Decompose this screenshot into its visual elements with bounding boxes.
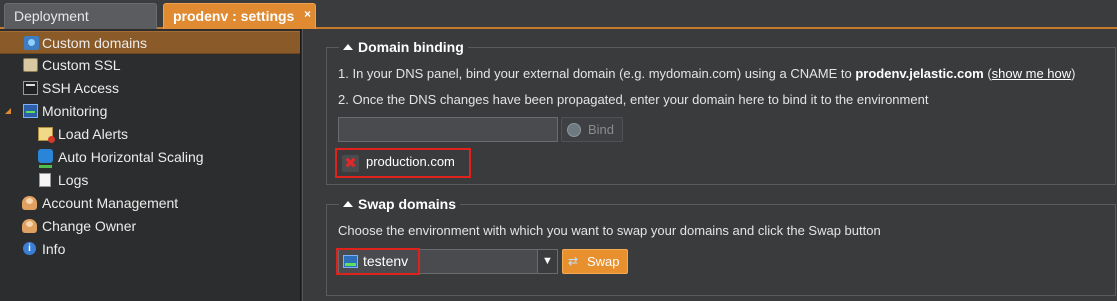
info-icon: i <box>23 242 36 255</box>
sidebar-item-label: Account Management <box>42 195 179 211</box>
swap-domains-header[interactable]: Swap domains <box>339 195 461 213</box>
sidebar-item-label: Monitoring <box>42 103 108 119</box>
paren-close: ) <box>1071 66 1076 81</box>
users-icon <box>22 219 37 233</box>
sidebar-item-auto-horizontal-scaling[interactable]: Auto Horizontal Scaling <box>0 146 300 169</box>
bind-button[interactable]: Bind <box>561 117 624 142</box>
expand-arrow-icon[interactable] <box>5 108 11 114</box>
sidebar-item-label: Logs <box>58 172 89 188</box>
domain-binding-panel: Domain binding 1. In your DNS panel, bin… <box>326 38 1116 185</box>
monitor-icon <box>23 104 38 118</box>
chevron-down-icon[interactable]: ▼ <box>537 250 557 273</box>
remove-domain-icon[interactable]: ✖ <box>342 155 359 172</box>
sidebar-item-custom-ssl[interactable]: Custom SSL <box>0 54 300 77</box>
sidebar-item-label: Custom domains <box>42 35 148 51</box>
scaling-icon <box>38 149 53 168</box>
selected-environment-name: testenv <box>363 253 409 269</box>
certificate-icon <box>23 58 38 72</box>
show-me-how-link[interactable]: show me how <box>992 66 1071 81</box>
domain-input[interactable] <box>338 117 558 142</box>
sidebar-item-ssh-access[interactable]: SSH Access <box>0 77 300 100</box>
swap-domains-panel: Swap domains Choose the environment with… <box>326 195 1116 296</box>
sidebar-item-label: Custom SSL <box>42 57 121 73</box>
settings-main-panel: Domain binding 1. In your DNS panel, bin… <box>302 29 1117 301</box>
swap-description: Choose the environment with which you wa… <box>338 223 881 238</box>
selected-environment[interactable]: testenv <box>336 248 420 275</box>
close-icon[interactable]: × <box>304 2 311 26</box>
settings-sidebar: Custom domains Custom SSL SSH Access Mon… <box>0 29 301 301</box>
sidebar-item-label: Auto Horizontal Scaling <box>58 149 204 165</box>
sidebar-item-load-alerts[interactable]: Load Alerts <box>0 123 300 146</box>
swap-button[interactable]: ⇄ Swap <box>562 249 628 274</box>
sidebar-item-monitoring[interactable]: Monitoring <box>0 100 300 123</box>
environment-icon <box>343 255 358 268</box>
bound-domain-name: production.com <box>366 154 455 169</box>
binding-step-1: 1. In your DNS panel, bind your external… <box>338 66 1076 81</box>
sidebar-item-label: Info <box>42 241 66 257</box>
sidebar-item-label: Change Owner <box>42 218 137 234</box>
cname-host: prodenv.jelastic.com <box>855 66 984 81</box>
mail-alert-icon <box>38 127 55 143</box>
sidebar-item-custom-domains[interactable]: Custom domains <box>0 31 300 54</box>
sidebar-item-logs[interactable]: Logs <box>0 169 300 192</box>
bind-globe-icon <box>567 123 581 137</box>
collapse-arrow-icon[interactable] <box>343 201 353 207</box>
sidebar-item-label: Load Alerts <box>58 126 129 142</box>
swap-label: Swap <box>587 254 620 269</box>
domain-binding-title: Domain binding <box>358 39 464 55</box>
tab-label: prodenv : settings <box>173 8 295 24</box>
domain-binding-header[interactable]: Domain binding <box>339 38 468 56</box>
terminal-icon <box>23 81 38 95</box>
globe-icon <box>24 36 39 50</box>
sidebar-item-account-management[interactable]: Account Management <box>0 192 300 215</box>
binding-step-2: 2. Once the DNS changes have been propag… <box>338 92 929 107</box>
paren-open: ( <box>983 66 992 81</box>
tab-prodenv-settings[interactable]: prodenv : settings × <box>163 3 316 29</box>
sidebar-item-info[interactable]: i Info <box>0 238 300 261</box>
step1-text: 1. In your DNS panel, bind your external… <box>338 66 856 81</box>
document-icon <box>39 173 51 187</box>
bind-label: Bind <box>588 122 615 137</box>
sidebar-item-change-owner[interactable]: Change Owner <box>0 215 300 238</box>
users-icon <box>22 196 37 210</box>
bound-domain-item: ✖ production.com <box>335 148 471 178</box>
tab-bar: Deployment manager prodenv : settings × <box>0 0 1117 48</box>
swap-domains-title: Swap domains <box>358 196 457 212</box>
tab-deployment-manager[interactable]: Deployment manager <box>4 3 157 48</box>
swap-arrows-icon: ⇄ <box>568 254 579 268</box>
sidebar-item-label: SSH Access <box>42 80 120 96</box>
collapse-arrow-icon[interactable] <box>343 44 353 50</box>
